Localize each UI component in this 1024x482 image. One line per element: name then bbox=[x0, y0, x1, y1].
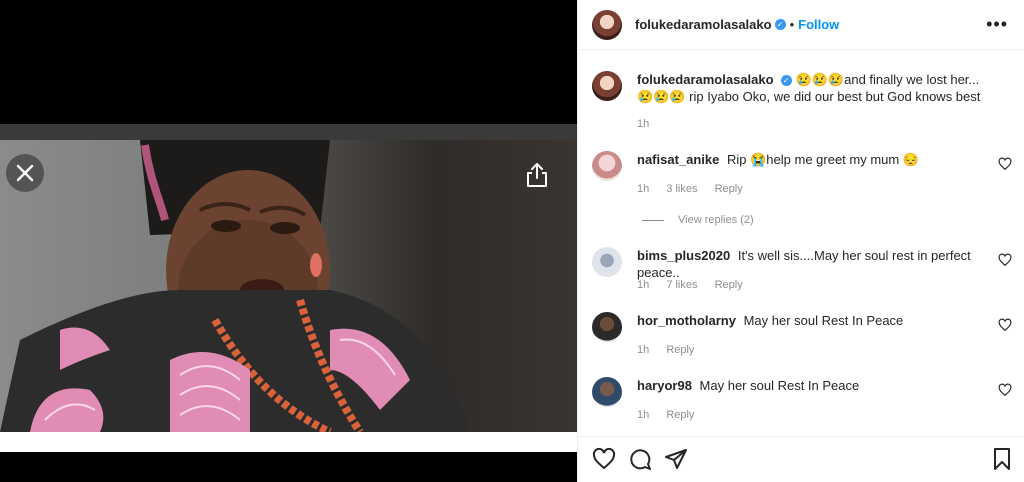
verified-badge-icon: ✓ bbox=[774, 19, 786, 30]
send-icon[interactable] bbox=[664, 447, 688, 471]
caption-time[interactable]: 1h bbox=[637, 118, 649, 130]
comment-time[interactable]: 1h bbox=[637, 344, 649, 356]
header-separator: • bbox=[789, 17, 795, 32]
bookmark-icon[interactable] bbox=[990, 447, 1014, 471]
heart-icon[interactable] bbox=[998, 253, 1012, 267]
comment-meta: 1h 3 likes Reply bbox=[637, 183, 757, 195]
reply-button[interactable]: Reply bbox=[715, 183, 743, 195]
author-avatar[interactable] bbox=[592, 9, 622, 40]
caption-username[interactable]: folukedaramolasalako bbox=[637, 72, 774, 87]
comment-body: hor_motholarny May her soul Rest In Peac… bbox=[637, 312, 987, 329]
commenter-username[interactable]: hor_motholarny bbox=[637, 313, 736, 328]
commenter-avatar[interactable] bbox=[592, 312, 622, 342]
more-options-icon[interactable]: ••• bbox=[986, 14, 1008, 35]
post-photo[interactable] bbox=[0, 140, 577, 432]
commenter-username[interactable]: nafisat_anike bbox=[637, 152, 719, 167]
share-icon bbox=[527, 163, 547, 187]
post-header: folukedaramolasalako ✓ • Follow ••• bbox=[578, 0, 1024, 50]
commenter-avatar[interactable] bbox=[592, 377, 622, 407]
photo-illustration bbox=[0, 140, 470, 432]
comment-text: May her soul Rest In Peace bbox=[699, 378, 860, 393]
caption-avatar[interactable] bbox=[592, 71, 622, 101]
comment-body: nafisat_anike Rip 😭help me greet my mum … bbox=[637, 151, 987, 168]
reply-button[interactable]: Reply bbox=[666, 344, 694, 356]
commenter-username[interactable]: bims_plus2020 bbox=[637, 248, 730, 263]
commenter-avatar[interactable] bbox=[592, 247, 622, 277]
view-replies-line bbox=[642, 219, 664, 221]
caption-meta: 1h bbox=[637, 118, 663, 130]
reply-button[interactable]: Reply bbox=[666, 409, 694, 421]
post-side-panel: folukedaramolasalako ✓ • Follow ••• folu… bbox=[577, 0, 1024, 482]
commenter-avatar[interactable] bbox=[592, 151, 622, 181]
comment-likes[interactable]: 7 likes bbox=[666, 279, 697, 291]
reply-button[interactable]: Reply bbox=[715, 279, 743, 291]
follow-button[interactable]: Follow bbox=[798, 17, 839, 32]
verified-badge-icon: ✓ bbox=[780, 75, 792, 87]
close-icon bbox=[16, 164, 34, 182]
comment-likes[interactable]: 3 likes bbox=[666, 183, 697, 195]
author-username[interactable]: folukedaramolasalako bbox=[635, 17, 772, 32]
view-replies-label: View replies (2) bbox=[678, 214, 754, 226]
comment-time[interactable]: 1h bbox=[637, 409, 649, 421]
view-replies-button[interactable]: View replies (2) bbox=[642, 214, 754, 226]
comment-body: bims_plus2020 It's well sis....May her s… bbox=[637, 247, 987, 281]
heart-icon[interactable] bbox=[592, 447, 616, 471]
comment-icon[interactable] bbox=[628, 447, 652, 471]
media-bottom-band bbox=[0, 432, 577, 452]
action-bar bbox=[578, 436, 1024, 482]
comment-body: haryor98 May her soul Rest In Peace bbox=[637, 377, 987, 394]
comments-list[interactable]: folukedaramolasalako ✓ 😢😢😢and finally we l… bbox=[578, 51, 1024, 435]
comment-time[interactable]: 1h bbox=[637, 279, 649, 291]
close-button[interactable] bbox=[6, 154, 44, 192]
share-button[interactable] bbox=[520, 158, 554, 192]
post-media-pane bbox=[0, 0, 577, 482]
heart-icon[interactable] bbox=[998, 383, 1012, 397]
media-top-band bbox=[0, 124, 577, 140]
comment-text: Rip 😭help me greet my mum 😔 bbox=[727, 152, 920, 167]
comment-text: May her soul Rest In Peace bbox=[743, 313, 904, 328]
comment-time[interactable]: 1h bbox=[637, 183, 649, 195]
comment-meta: 1h Reply bbox=[637, 409, 708, 421]
comment-meta: 1h Reply bbox=[637, 344, 708, 356]
comment-meta: 1h 7 likes Reply bbox=[637, 279, 757, 291]
commenter-username[interactable]: haryor98 bbox=[637, 378, 692, 393]
caption-body: folukedaramolasalako ✓ 😢😢😢and finally we l… bbox=[637, 71, 987, 105]
heart-icon[interactable] bbox=[998, 318, 1012, 332]
heart-icon[interactable] bbox=[998, 157, 1012, 171]
